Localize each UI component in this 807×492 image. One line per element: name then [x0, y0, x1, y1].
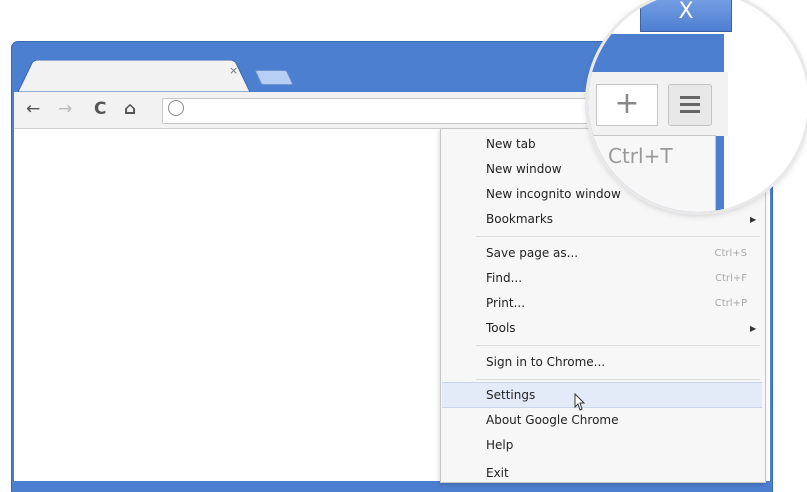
menu-separator: [476, 236, 760, 237]
reload-icon[interactable]: C: [94, 99, 106, 119]
magnified-hamburger-icon: [680, 96, 700, 113]
menu-item-new-tab[interactable]: New tab: [486, 137, 536, 151]
back-arrow-icon[interactable]: ←: [26, 99, 40, 119]
menu-item-exit[interactable]: Exit: [486, 466, 509, 480]
menu-item-print[interactable]: Print...: [486, 296, 525, 310]
home-icon[interactable]: ⌂: [124, 99, 136, 119]
menu-shortcut: Ctrl+S: [714, 248, 747, 259]
forward-arrow-icon[interactable]: →: [58, 99, 72, 119]
magnified-menu-button: [668, 84, 712, 126]
submenu-arrow-icon: ▶: [750, 215, 757, 224]
submenu-arrow-icon: ▶: [750, 324, 757, 333]
magnified-shortcut: Ctrl+T: [608, 144, 673, 168]
magnified-plus-icon: +: [596, 84, 658, 126]
magnified-close-icon: X: [640, 0, 732, 32]
menu-item-new-window[interactable]: New window: [486, 162, 562, 176]
menu-shortcut: Ctrl+P: [714, 298, 747, 309]
menu-shortcut: Ctrl+F: [715, 273, 747, 284]
menu-item-find[interactable]: Find...: [486, 271, 522, 285]
menu-item-about-google-chrome[interactable]: About Google Chrome: [486, 413, 619, 427]
menu-separator: [476, 379, 760, 380]
mouse-cursor-icon: [574, 393, 586, 411]
menu-item-tools[interactable]: Tools: [486, 321, 516, 335]
new-tab-button[interactable]: [254, 70, 294, 85]
menu-item-help[interactable]: Help: [486, 438, 513, 452]
page-icon: [168, 100, 184, 116]
menu-item-sign-in[interactable]: Sign in to Chrome...: [486, 355, 605, 369]
tab-close-icon[interactable]: ×: [229, 64, 238, 77]
menu-item-settings[interactable]: Settings: [486, 388, 535, 402]
menu-item-bookmarks[interactable]: Bookmarks: [486, 212, 553, 226]
menu-item-save-page-as[interactable]: Save page as...: [486, 246, 578, 260]
menu-separator: [476, 345, 760, 346]
browser-tab[interactable]: [18, 60, 250, 92]
zoom-magnifier: X + Ctrl+T: [588, 0, 807, 212]
